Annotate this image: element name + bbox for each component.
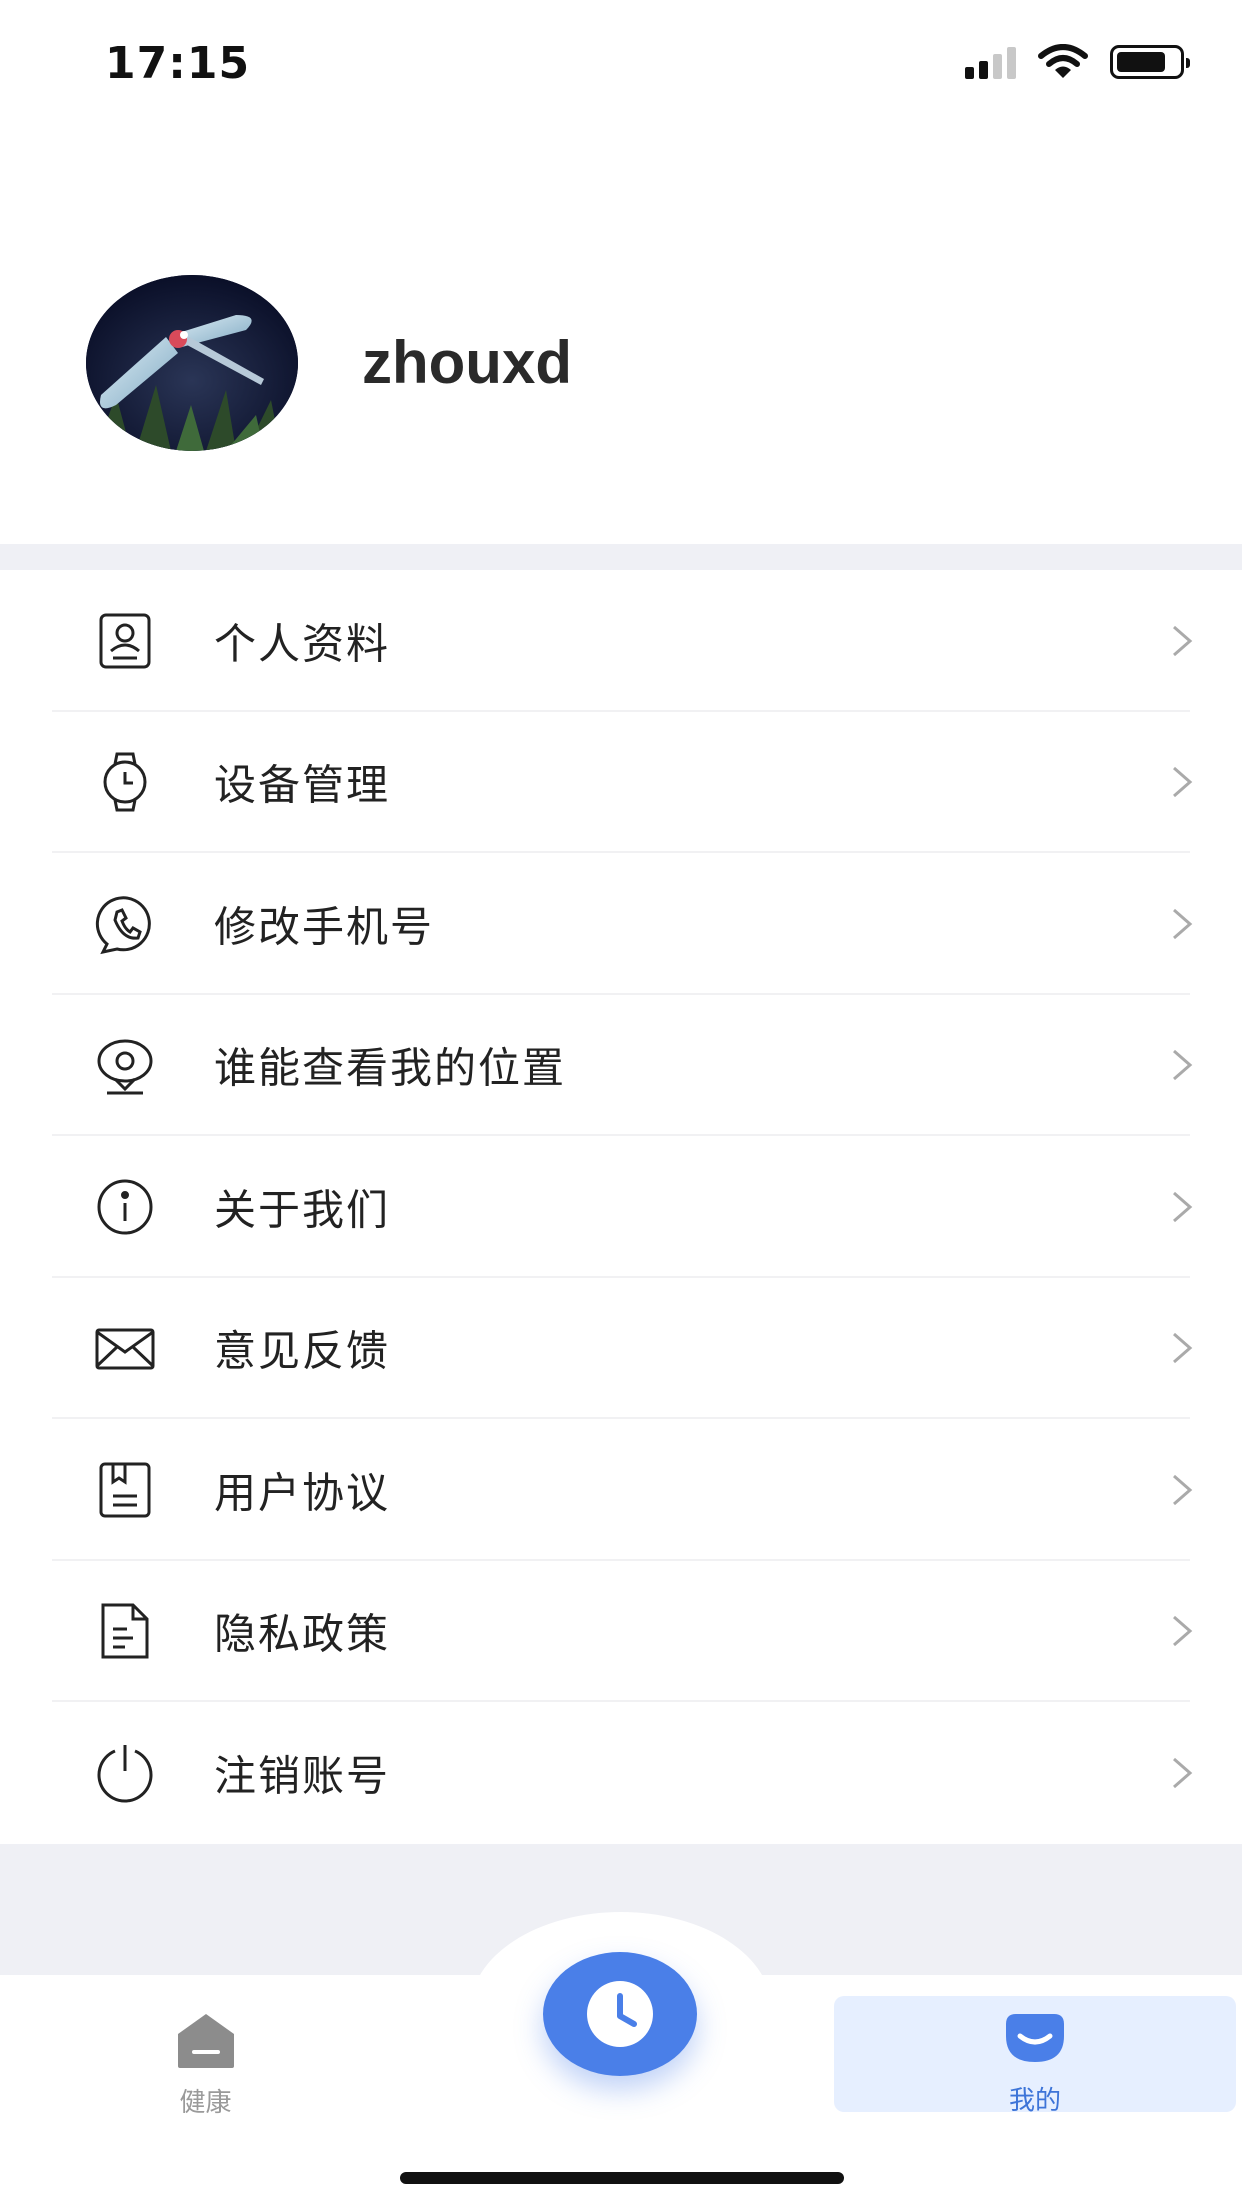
menu-label: 谁能查看我的位置: [214, 1043, 567, 1093]
home-indicator: [400, 2172, 844, 2184]
menu-item-delete-account[interactable]: 注销账号: [0, 1702, 1242, 1844]
section-separator: [0, 544, 1242, 570]
tab-label: 健康: [179, 2088, 232, 2118]
menu-item-profile[interactable]: 个人资料: [0, 570, 1242, 712]
document-icon: [101, 1603, 149, 1659]
power-icon: [97, 1744, 153, 1803]
status-bar: 17:15: [0, 0, 1242, 120]
menu-label: 设备管理: [214, 760, 391, 810]
chevron-right-icon: [1173, 1050, 1193, 1081]
settings-menu: 个人资料 设备管理 修改手机号 谁能查看我的位置 关于我们 意见反馈 用户协议 …: [0, 570, 1242, 1844]
wifi-icon: [1038, 44, 1088, 78]
mail-icon: [95, 1328, 155, 1370]
menu-label: 用户协议: [214, 1468, 391, 1518]
battery-icon: [1110, 45, 1190, 79]
status-icons: [965, 44, 1190, 80]
chevron-right-icon: [1173, 1474, 1193, 1505]
center-clock-button[interactable]: [543, 1952, 697, 2076]
menu-label: 意见反馈: [214, 1326, 391, 1376]
smile-icon: [1006, 2014, 1064, 2062]
status-time: 17:15: [105, 38, 251, 89]
menu-label: 修改手机号: [214, 902, 435, 952]
chevron-right-icon: [1173, 1616, 1193, 1647]
chevron-right-icon: [1173, 767, 1193, 798]
tab-mine[interactable]: 我的: [834, 1996, 1236, 2116]
avatar[interactable]: [86, 275, 298, 451]
username: zhouxd: [362, 329, 572, 396]
agreement-icon: [99, 1462, 151, 1518]
menu-item-feedback[interactable]: 意见反馈: [0, 1278, 1242, 1419]
profile-card-icon: [99, 613, 151, 669]
phone-icon: [95, 896, 151, 954]
chevron-right-icon: [1173, 1333, 1193, 1364]
menu-label: 个人资料: [214, 619, 391, 669]
menu-item-location-privacy[interactable]: 谁能查看我的位置: [0, 995, 1242, 1136]
menu-label: 注销账号: [214, 1751, 391, 1801]
menu-item-devices[interactable]: 设备管理: [0, 712, 1242, 853]
menu-item-user-agreement[interactable]: 用户协议: [0, 1419, 1242, 1561]
menu-item-change-phone[interactable]: 修改手机号: [0, 853, 1242, 995]
location-eye-icon: [97, 1039, 153, 1095]
chevron-right-icon: [1173, 908, 1193, 939]
info-icon: [97, 1179, 153, 1235]
menu-label: 关于我们: [214, 1185, 391, 1235]
profile-header: zhouxd: [0, 120, 1242, 544]
clock-icon: [587, 1981, 653, 2047]
chevron-right-icon: [1173, 1191, 1193, 1222]
signal-icon: [965, 45, 1016, 79]
menu-label: 隐私政策: [214, 1609, 391, 1659]
tab-label: 我的: [1008, 2086, 1061, 2116]
tab-health[interactable]: 健康: [128, 2010, 283, 2120]
watch-icon: [103, 752, 147, 812]
chevron-right-icon: [1173, 1757, 1193, 1788]
menu-item-privacy-policy[interactable]: 隐私政策: [0, 1561, 1242, 1702]
home-icon: [178, 2014, 234, 2068]
menu-item-about[interactable]: 关于我们: [0, 1136, 1242, 1278]
chevron-right-icon: [1173, 625, 1193, 656]
